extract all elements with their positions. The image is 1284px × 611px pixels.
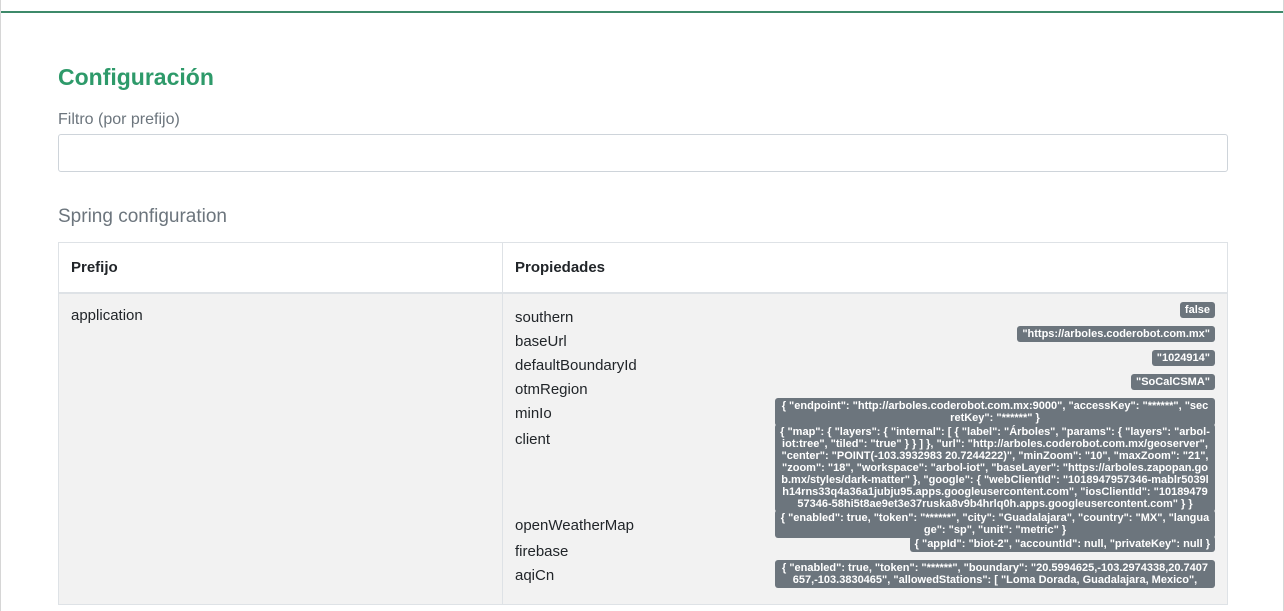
property-openweathermap: openWeatherMap { "enabled": true, "token… — [515, 510, 1215, 538]
top-divider — [1, 11, 1283, 13]
property-otmregion: otmRegion "SoCalCSMA" — [515, 374, 1215, 400]
section-title: Spring configuration — [58, 206, 227, 227]
property-value-badge: { "map": { "layers": { "internal": [ { "… — [775, 424, 1215, 512]
header-propiedades: Propiedades — [502, 242, 1228, 294]
property-name: defaultBoundaryId — [515, 357, 637, 374]
property-name: southern — [515, 309, 574, 326]
property-aqicn: aqiCn { "enabled": true, "token": "*****… — [515, 560, 1215, 588]
property-name: minIo — [515, 405, 552, 422]
property-value-badge: "SoCalCSMA" — [1131, 374, 1215, 390]
property-value-badge: "https://arboles.coderobot.com.mx" — [1017, 326, 1215, 342]
config-table: Prefijo Propiedades application southern… — [58, 242, 1228, 605]
page-title: Configuración — [58, 64, 214, 90]
property-name: otmRegion — [515, 381, 588, 398]
property-value-badge: "1024914" — [1151, 350, 1215, 366]
prefix-cell: application — [58, 292, 503, 605]
table-row: application southern false baseUrl "http… — [58, 292, 1228, 605]
property-minio: minIo { "endpoint": "http://arboles.code… — [515, 398, 1215, 426]
property-firebase: firebase { "appId": "biot-2", "accountId… — [515, 536, 1215, 562]
property-name: openWeatherMap — [515, 517, 634, 534]
property-value-badge: { "appId": "biot-2", "accountId": null, … — [909, 536, 1215, 552]
property-southern: southern false — [515, 302, 1215, 328]
page: Configuración Filtro (por prefijo) Sprin… — [0, 0, 1284, 611]
property-value-badge: { "enabled": true, "token": "******", "b… — [775, 560, 1215, 588]
property-name: client — [515, 431, 551, 448]
properties-cell: southern false baseUrl "https://arboles.… — [502, 292, 1228, 605]
main-content: Configuración Filtro (por prefijo) Sprin… — [58, 60, 1228, 605]
property-name: baseUrl — [515, 333, 567, 350]
table-header-row: Prefijo Propiedades — [58, 242, 1228, 294]
property-name: aqiCn — [515, 567, 555, 584]
filter-label: Filtro (por prefijo) — [58, 111, 180, 128]
filter-input[interactable] — [58, 134, 1228, 172]
header-prefijo: Prefijo — [58, 242, 503, 294]
property-value-badge: false — [1179, 302, 1215, 318]
property-baseurl: baseUrl "https://arboles.coderobot.com.m… — [515, 326, 1215, 352]
property-value-badge: { "enabled": true, "token": "******", "c… — [775, 510, 1215, 538]
property-name: firebase — [515, 543, 569, 560]
property-client: client { "map": { "layers": { "internal"… — [515, 424, 1215, 512]
property-defaultboundaryid: defaultBoundaryId "1024914" — [515, 350, 1215, 376]
property-value-badge: { "endpoint": "http://arboles.coderobot.… — [775, 398, 1215, 426]
